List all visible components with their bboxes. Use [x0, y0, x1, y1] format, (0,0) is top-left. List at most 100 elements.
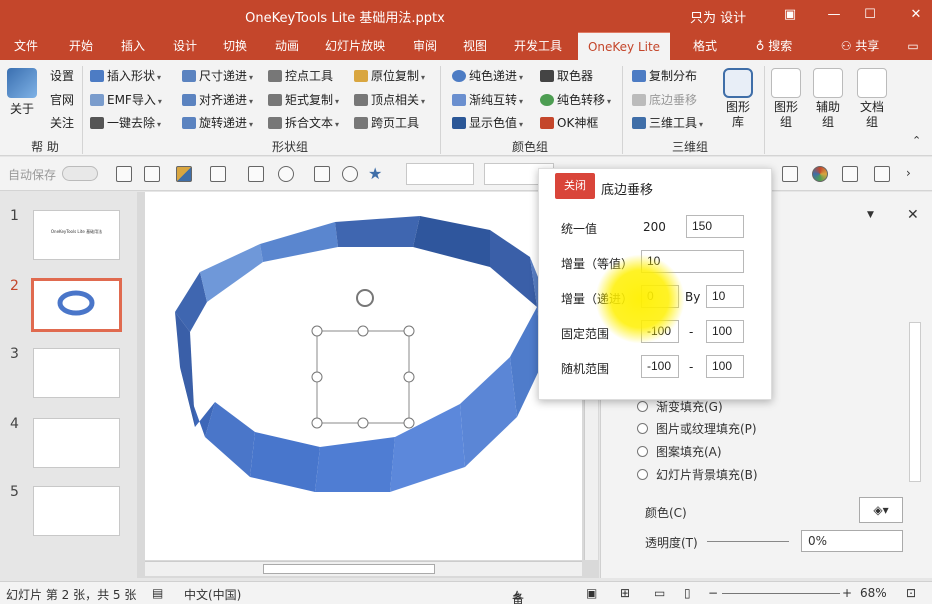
color-wheel-icon[interactable]	[812, 166, 828, 182]
gradient-solid-switch-button[interactable]: 渐纯互转 ▾	[452, 90, 523, 110]
zoom-out-icon[interactable]: −	[708, 586, 718, 600]
color-picker-button[interactable]: 取色器	[540, 66, 593, 86]
collapse-ribbon-icon[interactable]: ⌃	[912, 134, 921, 147]
split-text-button[interactable]: 拆合文本 ▾	[268, 113, 339, 133]
3d-ring-shape[interactable]	[145, 192, 582, 560]
slide-thumbnail-1[interactable]: OneKeyTools Lite 基础用法	[33, 210, 120, 260]
close-pane-icon[interactable]: ✕	[907, 207, 919, 223]
minimize-icon[interactable]: —	[820, 4, 848, 26]
slide-canvas[interactable]	[145, 192, 582, 560]
tab-design[interactable]: 设计	[162, 32, 208, 60]
slide-thumbnail-5[interactable]	[33, 486, 120, 536]
reading-view-icon[interactable]: ▭	[654, 586, 665, 600]
tab-slideshow[interactable]: 幻灯片放映	[318, 32, 392, 60]
account-name[interactable]: 只为 设计	[690, 7, 746, 26]
keyboard-icon[interactable]	[116, 166, 132, 182]
size-step-button[interactable]: 尺寸递进 ▾	[182, 66, 253, 86]
zoom-in-icon[interactable]: +	[842, 586, 852, 600]
align-step-button[interactable]: 对齐递进 ▾	[182, 90, 253, 110]
normal-view-icon[interactable]: ▣	[586, 586, 597, 600]
fill-option-picture[interactable]: 图片或纹理填充(P)	[637, 420, 757, 437]
spellcheck-icon[interactable]: ▤	[152, 586, 163, 600]
language[interactable]: 中文(中国)	[184, 586, 241, 603]
zoom-level[interactable]: 68%	[860, 586, 887, 600]
group-icon[interactable]	[874, 166, 890, 182]
comments-icon[interactable]: ▭	[898, 32, 928, 60]
fill-icon[interactable]	[176, 166, 192, 182]
slide-thumbnail-4[interactable]	[33, 418, 120, 468]
horizontal-scrollbar[interactable]	[145, 561, 582, 576]
transparency-input[interactable]: 0%	[801, 530, 903, 552]
website-button[interactable]: 官网	[50, 90, 74, 110]
random-range-max-input[interactable]: 100	[706, 355, 744, 378]
gradient-icon[interactable]	[842, 166, 858, 182]
more-icon[interactable]: ›	[906, 166, 911, 180]
tab-developer[interactable]: 开发工具	[504, 32, 572, 60]
shape-library-button[interactable]: 图形 库	[718, 68, 758, 130]
star-icon[interactable]: ★	[368, 164, 382, 183]
crop-icon[interactable]	[210, 166, 226, 182]
tab-format[interactable]: 格式	[678, 32, 732, 60]
show-color-value-button[interactable]: 显示色值 ▾	[452, 113, 523, 133]
pane-options-icon[interactable]: ▼	[867, 210, 874, 220]
shapes-icon[interactable]	[278, 166, 294, 182]
close-button[interactable]: 关闭	[555, 173, 595, 199]
3d-tools-button[interactable]: 三维工具 ▾	[632, 113, 703, 133]
fill-option-pattern[interactable]: 图案填充(A)	[637, 443, 722, 460]
zoom-slider[interactable]	[722, 593, 840, 594]
shape-group-button[interactable]: 图形 组	[768, 68, 804, 130]
screen-icon[interactable]	[248, 166, 264, 182]
fill-color-picker[interactable]: ◈▾	[859, 497, 903, 523]
solid-color-step-button[interactable]: 纯色递进 ▾	[452, 66, 523, 86]
handle-tool-button[interactable]: 控点工具	[268, 66, 333, 86]
one-click-remove-button[interactable]: 一键去除 ▾	[90, 113, 161, 133]
doc-group-button[interactable]: 文档 组	[854, 68, 890, 130]
slide-sorter-icon[interactable]: ⊞	[620, 586, 630, 600]
autosave-toggle[interactable]	[62, 166, 98, 181]
slide-thumbnail-3[interactable]	[33, 348, 120, 398]
insert-shape-button[interactable]: 插入形状 ▾	[90, 66, 161, 86]
fit-slide-icon[interactable]: ⊡	[906, 586, 916, 600]
ok-frame-button[interactable]: OK神框	[540, 113, 598, 133]
vertex-button[interactable]: 顶点相关 ▾	[354, 90, 425, 110]
rotate-step-button[interactable]: 旋转递进 ▾	[182, 113, 253, 133]
format-painter-icon[interactable]	[782, 166, 798, 182]
tab-home[interactable]: 开始	[58, 32, 104, 60]
tab-review[interactable]: 审阅	[402, 32, 448, 60]
by-value-input[interactable]: 10	[706, 285, 744, 308]
close-window-icon[interactable]: ✕	[902, 4, 930, 26]
tell-me[interactable]: ♁ 搜索	[744, 32, 804, 60]
matrix-copy-button[interactable]: 矩式复制 ▾	[268, 90, 339, 110]
select-icon[interactable]	[314, 166, 330, 182]
pane-scrollbar[interactable]	[909, 322, 921, 482]
font-size-input[interactable]	[406, 163, 474, 185]
settings-button[interactable]: 设置	[50, 66, 74, 86]
share-button[interactable]: ⚇ 共享	[832, 32, 888, 60]
restore-icon[interactable]: ☐	[856, 4, 884, 26]
copy-distribute-button[interactable]: 复制分布	[632, 66, 697, 86]
follow-button[interactable]: 关注	[50, 113, 74, 133]
fill-option-gradient[interactable]: 渐变填充(G)	[637, 398, 723, 415]
layout-icon[interactable]	[144, 166, 160, 182]
uniform-value-input[interactable]: 150	[686, 215, 744, 238]
about-button[interactable]: 关于	[6, 68, 38, 117]
aux-group-button[interactable]: 辅助 组	[810, 68, 846, 130]
audio-icon[interactable]	[342, 166, 358, 182]
tab-transitions[interactable]: 切换	[212, 32, 258, 60]
solid-transfer-button[interactable]: 纯色转移 ▾	[540, 90, 611, 110]
fill-option-background[interactable]: 幻灯片背景填充(B)	[637, 466, 758, 483]
tab-view[interactable]: 视图	[452, 32, 498, 60]
tab-file[interactable]: 文件	[4, 32, 48, 60]
tab-insert[interactable]: 插入	[110, 32, 156, 60]
slideshow-icon[interactable]: ▯	[684, 586, 691, 600]
bottom-vertical-shift-button[interactable]: 底边垂移	[632, 90, 697, 110]
random-range-min-input[interactable]: -100	[641, 355, 679, 378]
tab-animations[interactable]: 动画	[264, 32, 310, 60]
in-place-copy-button[interactable]: 原位复制 ▾	[354, 66, 425, 86]
ribbon-display-icon[interactable]: ▣	[776, 4, 804, 26]
slide-thumbnail-2[interactable]	[31, 278, 122, 332]
emf-import-button[interactable]: EMF导入 ▾	[90, 90, 162, 110]
scroll-thumb[interactable]	[263, 564, 435, 574]
transparency-slider[interactable]	[707, 541, 789, 542]
fixed-range-max-input[interactable]: 100	[706, 320, 744, 343]
